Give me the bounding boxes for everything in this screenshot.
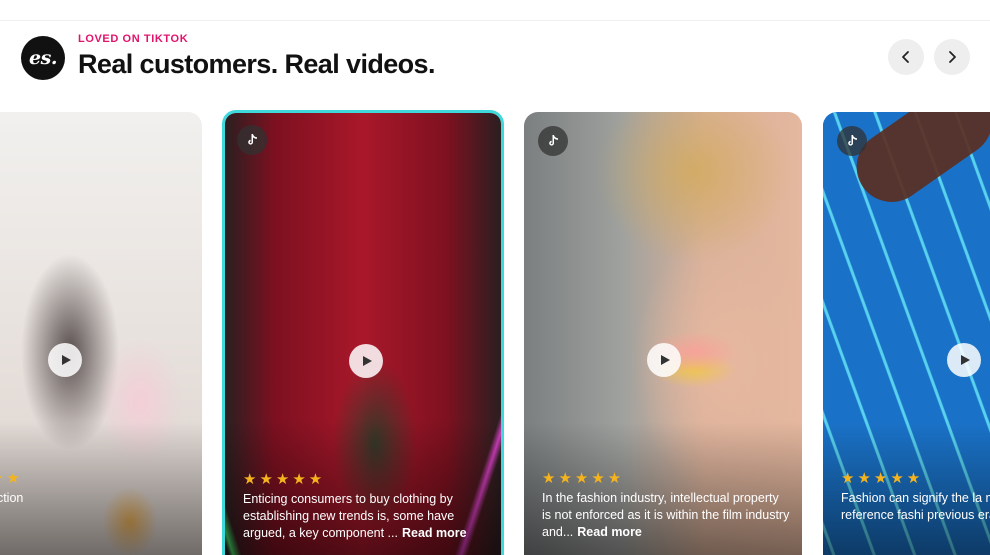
carousel-prev-button[interactable] bbox=[888, 39, 924, 75]
rating-stars: ★★★★★ bbox=[243, 471, 326, 488]
play-button[interactable] bbox=[947, 343, 981, 377]
brand-logo[interactable]: es. bbox=[21, 36, 65, 80]
play-icon bbox=[363, 356, 372, 366]
video-card[interactable]: ★★ ection bbox=[0, 112, 202, 555]
video-card[interactable]: ★★★★★ Fashion can signify the la may oft… bbox=[823, 112, 990, 555]
play-button[interactable] bbox=[349, 344, 383, 378]
play-icon bbox=[661, 355, 670, 365]
caption-text: Fashion can signify the la may often ref… bbox=[841, 491, 990, 522]
rating-stars: ★★ bbox=[0, 470, 23, 487]
tiktok-badge bbox=[237, 125, 267, 155]
rating-stars: ★★★★★ bbox=[841, 470, 924, 487]
tiktok-badge bbox=[837, 126, 867, 156]
video-card[interactable]: ★★★★★ In the fashion industry, intellect… bbox=[524, 112, 802, 555]
caption-overlay bbox=[0, 422, 202, 555]
chevron-right-icon bbox=[949, 51, 956, 63]
page: es. LOVED ON TIKTOK Real customers. Real… bbox=[0, 0, 990, 555]
tiktok-icon bbox=[549, 135, 558, 146]
rating-stars: ★★★★★ bbox=[542, 470, 625, 487]
caption-overlay bbox=[823, 422, 990, 555]
video-card-active[interactable]: ★★★★★ Enticing consumers to buy clothing… bbox=[222, 110, 504, 555]
top-divider bbox=[0, 20, 990, 21]
play-button[interactable] bbox=[647, 343, 681, 377]
tiktok-icon bbox=[848, 135, 857, 146]
play-icon bbox=[961, 355, 970, 365]
video-caption: In the fashion industry, intellectual pr… bbox=[542, 490, 790, 541]
video-caption: ection bbox=[0, 490, 190, 507]
section-title: Real customers. Real videos. bbox=[78, 49, 435, 79]
tiktok-icon bbox=[248, 134, 257, 145]
read-more-link[interactable]: Read more bbox=[402, 526, 467, 540]
video-caption: Fashion can signify the la may often ref… bbox=[841, 490, 990, 524]
tiktok-badge bbox=[538, 126, 568, 156]
carousel-next-button[interactable] bbox=[934, 39, 970, 75]
video-caption: Enticing consumers to buy clothing by es… bbox=[243, 491, 489, 542]
section-eyebrow: LOVED ON TIKTOK bbox=[78, 33, 189, 45]
play-icon bbox=[62, 355, 71, 365]
chevron-left-icon bbox=[902, 51, 909, 63]
caption-text: ection bbox=[0, 491, 24, 505]
read-more-link[interactable]: Read more bbox=[577, 525, 642, 539]
play-button[interactable] bbox=[48, 343, 82, 377]
